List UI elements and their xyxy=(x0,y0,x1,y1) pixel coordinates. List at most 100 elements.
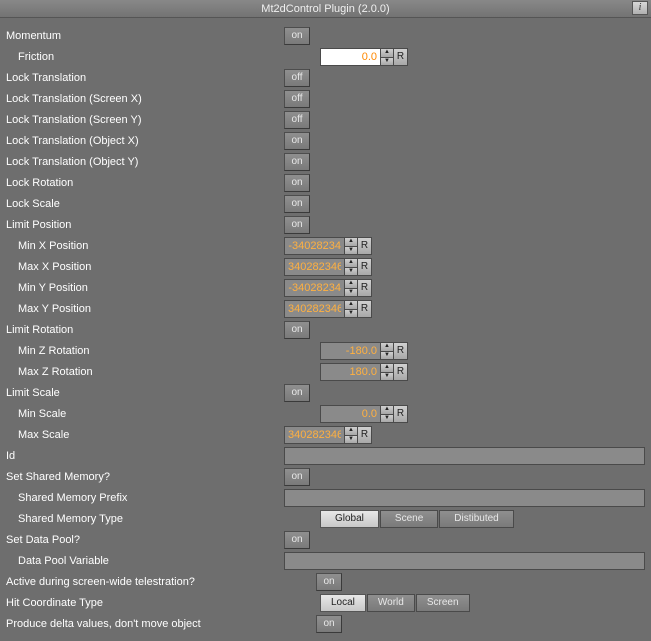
spin-down-icon[interactable]: ▼ xyxy=(344,435,358,445)
set-data-pool-toggle[interactable]: on xyxy=(284,531,310,549)
active-telestration-toggle[interactable]: on xyxy=(316,573,342,591)
shared-mem-prefix-input[interactable] xyxy=(284,489,645,507)
min-z-rot-reset[interactable]: R xyxy=(394,342,408,360)
max-x-spinner[interactable]: ▲▼ xyxy=(344,258,358,276)
spin-down-icon[interactable]: ▼ xyxy=(344,267,358,277)
min-scale-input[interactable] xyxy=(320,405,380,423)
friction-label: Friction xyxy=(6,51,284,63)
set-data-pool-label: Set Data Pool? xyxy=(6,534,284,546)
lock-trans-sx-label: Lock Translation (Screen X) xyxy=(6,93,284,105)
lock-translation-toggle[interactable]: off xyxy=(284,69,310,87)
max-z-rot-label: Max Z Rotation xyxy=(6,366,284,378)
min-scale-reset[interactable]: R xyxy=(394,405,408,423)
spin-down-icon[interactable]: ▼ xyxy=(344,309,358,319)
spin-up-icon[interactable]: ▲ xyxy=(380,48,394,57)
friction-input[interactable] xyxy=(320,48,380,66)
lock-trans-oy-label: Lock Translation (Object Y) xyxy=(6,156,284,168)
lock-trans-sy-toggle[interactable]: off xyxy=(284,111,310,129)
hit-coord-label: Hit Coordinate Type xyxy=(6,597,284,609)
set-shared-mem-label: Set Shared Memory? xyxy=(6,471,284,483)
set-shared-mem-toggle[interactable]: on xyxy=(284,468,310,486)
spin-up-icon[interactable]: ▲ xyxy=(344,237,358,246)
lock-scale-label: Lock Scale xyxy=(6,198,284,210)
spin-up-icon[interactable]: ▲ xyxy=(380,405,394,414)
shared-mem-type-scene[interactable]: Scene xyxy=(380,510,438,528)
produce-delta-toggle[interactable]: on xyxy=(316,615,342,633)
min-x-reset[interactable]: R xyxy=(358,237,372,255)
min-y-reset[interactable]: R xyxy=(358,279,372,297)
spin-down-icon[interactable]: ▼ xyxy=(380,57,394,67)
min-x-spinner[interactable]: ▲▼ xyxy=(344,237,358,255)
produce-delta-label: Produce delta values, don't move object xyxy=(6,618,316,630)
spin-down-icon[interactable]: ▼ xyxy=(380,372,394,382)
max-y-spinner[interactable]: ▲▼ xyxy=(344,300,358,318)
max-x-label: Max X Position xyxy=(6,261,284,273)
momentum-toggle[interactable]: on xyxy=(284,27,310,45)
min-x-label: Min X Position xyxy=(6,240,284,252)
spin-down-icon[interactable]: ▼ xyxy=(344,246,358,256)
spin-up-icon[interactable]: ▲ xyxy=(380,363,394,372)
hit-coord-local[interactable]: Local xyxy=(320,594,366,612)
hit-coord-screen[interactable]: Screen xyxy=(416,594,470,612)
max-x-input[interactable] xyxy=(284,258,344,276)
lock-trans-ox-toggle[interactable]: on xyxy=(284,132,310,150)
id-label: Id xyxy=(6,450,284,462)
min-z-rot-input[interactable] xyxy=(320,342,380,360)
max-z-rot-reset[interactable]: R xyxy=(394,363,408,381)
min-scale-label: Min Scale xyxy=(6,408,284,420)
max-z-rot-spinner[interactable]: ▲▼ xyxy=(380,363,394,381)
spin-down-icon[interactable]: ▼ xyxy=(380,414,394,424)
spin-up-icon[interactable]: ▲ xyxy=(380,342,394,351)
max-y-input[interactable] xyxy=(284,300,344,318)
lock-trans-oy-toggle[interactable]: on xyxy=(284,153,310,171)
limit-position-toggle[interactable]: on xyxy=(284,216,310,234)
spin-down-icon[interactable]: ▼ xyxy=(380,351,394,361)
max-x-reset[interactable]: R xyxy=(358,258,372,276)
lock-trans-sy-label: Lock Translation (Screen Y) xyxy=(6,114,284,126)
min-z-rot-spinner[interactable]: ▲▼ xyxy=(380,342,394,360)
max-y-label: Max Y Position xyxy=(6,303,284,315)
data-pool-var-label: Data Pool Variable xyxy=(6,555,284,567)
hit-coord-world[interactable]: World xyxy=(367,594,415,612)
lock-rotation-label: Lock Rotation xyxy=(6,177,284,189)
limit-rotation-label: Limit Rotation xyxy=(6,324,284,336)
max-scale-spinner[interactable]: ▲▼ xyxy=(344,426,358,444)
limit-rotation-toggle[interactable]: on xyxy=(284,321,310,339)
min-z-rot-label: Min Z Rotation xyxy=(6,345,284,357)
friction-reset-button[interactable]: R xyxy=(394,48,408,66)
lock-trans-sx-toggle[interactable]: off xyxy=(284,90,310,108)
min-scale-spinner[interactable]: ▲▼ xyxy=(380,405,394,423)
shared-mem-type-global[interactable]: Global xyxy=(320,510,379,528)
shared-mem-type-distributed[interactable]: Distibuted xyxy=(439,510,513,528)
min-y-spinner[interactable]: ▲▼ xyxy=(344,279,358,297)
max-z-rot-input[interactable] xyxy=(320,363,380,381)
momentum-label: Momentum xyxy=(6,30,284,42)
data-pool-var-input[interactable] xyxy=(284,552,645,570)
min-y-label: Min Y Position xyxy=(6,282,284,294)
max-y-reset[interactable]: R xyxy=(358,300,372,318)
spin-down-icon[interactable]: ▼ xyxy=(344,288,358,298)
lock-scale-toggle[interactable]: on xyxy=(284,195,310,213)
min-x-input[interactable] xyxy=(284,237,344,255)
lock-translation-label: Lock Translation xyxy=(6,72,284,84)
max-scale-label: Max Scale xyxy=(6,429,284,441)
lock-rotation-toggle[interactable]: on xyxy=(284,174,310,192)
active-telestration-label: Active during screen-wide telestration? xyxy=(6,576,316,588)
window-title: Mt2dControl Plugin (2.0.0) xyxy=(261,3,389,15)
spin-up-icon[interactable]: ▲ xyxy=(344,258,358,267)
id-input[interactable] xyxy=(284,447,645,465)
spin-up-icon[interactable]: ▲ xyxy=(344,426,358,435)
limit-scale-label: Limit Scale xyxy=(6,387,284,399)
lock-trans-ox-label: Lock Translation (Object X) xyxy=(6,135,284,147)
spin-up-icon[interactable]: ▲ xyxy=(344,279,358,288)
max-scale-input[interactable] xyxy=(284,426,344,444)
info-button[interactable]: i xyxy=(632,1,648,15)
min-y-input[interactable] xyxy=(284,279,344,297)
shared-mem-type-label: Shared Memory Type xyxy=(6,513,284,525)
limit-position-label: Limit Position xyxy=(6,219,284,231)
friction-spinner[interactable]: ▲ ▼ xyxy=(380,48,394,66)
spin-up-icon[interactable]: ▲ xyxy=(344,300,358,309)
max-scale-reset[interactable]: R xyxy=(358,426,372,444)
shared-mem-prefix-label: Shared Memory Prefix xyxy=(6,492,284,504)
limit-scale-toggle[interactable]: on xyxy=(284,384,310,402)
